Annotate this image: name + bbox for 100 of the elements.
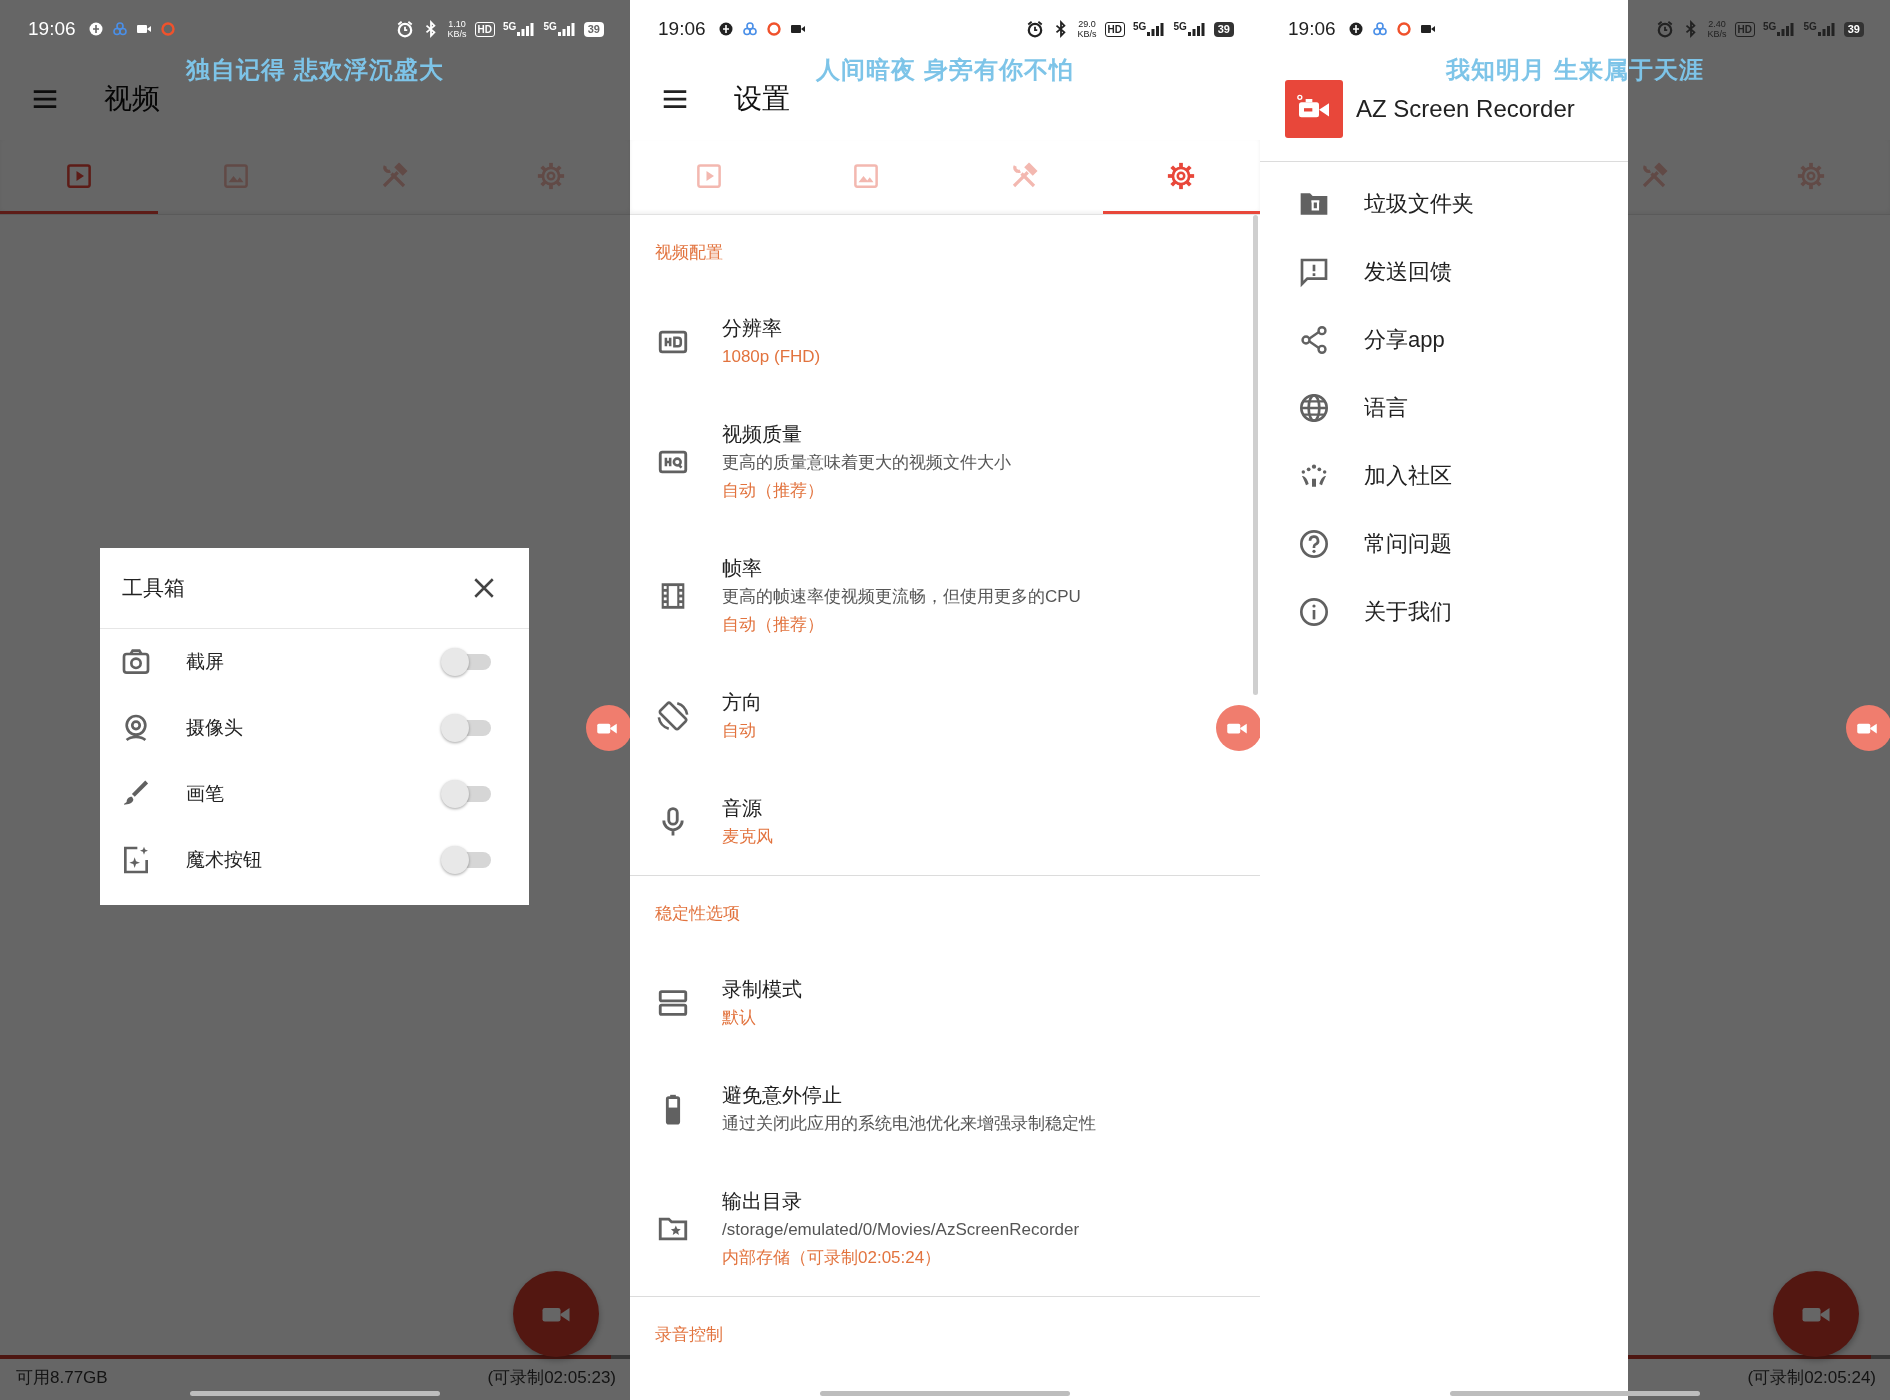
setting-title: 避免意外停止 [722, 1083, 843, 1108]
signal-icon [1777, 22, 1796, 36]
record-button[interactable] [513, 1271, 599, 1357]
record-icon [765, 21, 782, 37]
record-icon [159, 21, 176, 37]
hd-badge: HD [1734, 21, 1756, 37]
network-label: 5G [1133, 22, 1147, 32]
network-label: 5G [1173, 22, 1187, 32]
settings-item[interactable]: 录制模式 默认 [630, 950, 1260, 1056]
alarm-icon [395, 20, 414, 38]
settings-item[interactable]: 方向 自动 [630, 663, 1260, 769]
shield-icon [717, 21, 734, 37]
settings-icon [1166, 160, 1197, 191]
setting-value: 1080p (FHD) [722, 346, 821, 368]
record-icon [1395, 21, 1412, 37]
settings-item[interactable]: 分辨率 1080p (FHD) [630, 289, 1260, 395]
drawer-item[interactable]: 分享app [1260, 306, 1628, 374]
setting-description: 更高的质量意味着更大的视频文件大小 [722, 452, 1011, 474]
drawer-item[interactable]: 常问问题 [1260, 510, 1628, 578]
status-time: 19:06 [658, 18, 706, 40]
scrollbar[interactable] [1253, 215, 1258, 695]
feedback-icon [1298, 256, 1330, 288]
hd-badge: HD [1104, 21, 1126, 37]
setting-description: 通过关闭此应用的系统电池优化来增强录制稳定性 [722, 1113, 1096, 1135]
status-time: 19:06 [28, 18, 76, 40]
network-label: 5G [503, 22, 517, 32]
setting-title: 视频质量 [722, 422, 803, 447]
status-time: 19:06 [1288, 18, 1336, 40]
settings-item[interactable]: 避免意外停止 通过关闭此应用的系统电池优化来增强录制稳定性 [630, 1056, 1260, 1162]
tool-label: 魔术按钮 [186, 848, 263, 872]
tool-label: 画笔 [186, 782, 225, 806]
setting-title: 方向 [722, 690, 762, 715]
signal-icon [1147, 22, 1166, 36]
drawer-item[interactable]: 加入社区 [1260, 442, 1628, 510]
settings-item[interactable]: 视频质量 更高的质量意味着更大的视频文件大小 自动（推荐） [630, 395, 1260, 529]
setting-title: 音源 [722, 796, 763, 821]
floating-lyric: 人间暗夜 身旁有你不怕 [815, 55, 1075, 85]
floating-record-bubble[interactable] [1846, 705, 1890, 751]
shield-icon [87, 21, 104, 37]
tool-label: 摄像头 [186, 716, 244, 740]
network-speed: 29.0 KB/s [1077, 19, 1097, 39]
settings-item[interactable]: 帧率 更高的帧速率使视频更流畅，但使用更多的CPU 自动（推荐） [630, 529, 1260, 663]
dialog-title: 工具箱 [122, 575, 185, 601]
network-label: 5G [1803, 22, 1817, 32]
battery-level: 39 [583, 21, 604, 37]
battery-level: 39 [1213, 21, 1234, 37]
settings-item[interactable]: 音源 麦克风 [630, 769, 1260, 875]
setting-title: 分辨率 [722, 316, 783, 341]
drawer-item[interactable]: 语言 [1260, 374, 1628, 442]
storage-available: 可用8.77GB [16, 1366, 108, 1389]
section-header: 录音控制 [654, 1324, 724, 1346]
alarm-icon [1655, 20, 1674, 38]
setting-value: 默认 [722, 1007, 757, 1029]
home-indicator[interactable] [1450, 1391, 1700, 1396]
recording-time-left: (可录制02:05:24) [1747, 1366, 1876, 1389]
tool-label: 截屏 [186, 650, 225, 674]
recording-time-left: (可录制02:05:23) [487, 1366, 616, 1389]
settings-item[interactable]: 输出目录 /storage/emulated/0/Movies/AzScreenRecorder 内部存储（可录制02:05:24） [630, 1162, 1260, 1296]
info-icon [1298, 596, 1330, 628]
help-icon [1298, 528, 1330, 560]
setting-value: 自动（推荐） [722, 480, 825, 502]
globe-icon [1298, 392, 1330, 424]
signal-icon [1817, 22, 1836, 36]
settings-icon [1796, 160, 1827, 191]
toolbar-title: 设置 [734, 82, 790, 116]
signal-icon [557, 22, 576, 36]
setting-value: 麦克风 [722, 826, 773, 848]
share-icon [1298, 324, 1330, 356]
setting-description: /storage/emulated/0/Movies/AzScreenRecorder [722, 1219, 1080, 1241]
setting-title: 输出目录 [722, 1189, 803, 1214]
drawer-item[interactable]: 关于我们 [1260, 578, 1628, 646]
drawer-item[interactable]: 垃圾文件夹 [1260, 170, 1628, 238]
network-label: 5G [1763, 22, 1777, 32]
setting-value: 内部存储（可录制02:05:24） [722, 1247, 943, 1269]
floating-lyric: 独自记得 悲欢浮沉盛大 [184, 55, 445, 85]
toolbar-title: 视频 [104, 82, 160, 116]
setting-title: 帧率 [722, 556, 763, 581]
settings-icon [536, 160, 567, 191]
signal-icon [517, 22, 536, 36]
toggle-switch[interactable] [441, 845, 491, 875]
floating-record-bubble[interactable] [586, 705, 630, 751]
floating-record-bubble[interactable] [1216, 705, 1260, 751]
toggle-switch[interactable] [441, 647, 491, 677]
record-button[interactable] [1773, 1271, 1859, 1357]
home-indicator[interactable] [190, 1391, 440, 1396]
toggle-switch[interactable] [441, 713, 491, 743]
network-speed: 1.10 KB/s [447, 19, 467, 39]
network-label: 5G [543, 22, 557, 32]
signal-icon [1187, 22, 1206, 36]
setting-value: 自动 [722, 720, 757, 742]
drawer-item[interactable]: 发送回馈 [1260, 238, 1628, 306]
rings-icon [1371, 21, 1388, 37]
app-name: AZ Screen Recorder [1356, 94, 1575, 124]
toggle-switch[interactable] [441, 779, 491, 809]
hd-badge: HD [474, 21, 496, 37]
home-indicator[interactable] [820, 1391, 1070, 1396]
app-logo [1285, 80, 1343, 138]
setting-title: 录制模式 [722, 977, 802, 1002]
alarm-icon [1025, 20, 1044, 38]
rings-icon [111, 21, 128, 37]
